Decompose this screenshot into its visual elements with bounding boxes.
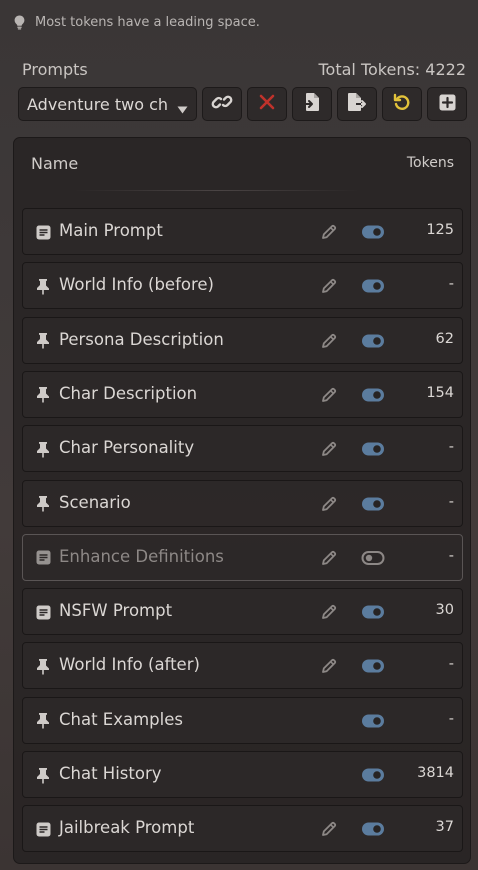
prompt-row[interactable]: Enhance Definitions - bbox=[22, 533, 463, 581]
toggle-on-icon[interactable] bbox=[360, 387, 385, 403]
toggle-on-icon[interactable] bbox=[360, 441, 385, 457]
pin-icon bbox=[35, 278, 51, 295]
reset-button[interactable] bbox=[382, 87, 422, 121]
prompts-title: Prompts bbox=[22, 59, 88, 79]
toggle-on-icon[interactable] bbox=[360, 658, 385, 674]
pin-icon bbox=[35, 387, 51, 403]
prompt-token-count: 154 bbox=[426, 384, 454, 401]
prompt-row[interactable]: Char Description 154 bbox=[22, 370, 463, 418]
pencil-icon[interactable] bbox=[320, 223, 338, 241]
preset-select-value: Adventure two chars bbox=[27, 94, 169, 114]
hint-text: Most tokens have a leading space. bbox=[35, 14, 260, 30]
pin-icon bbox=[35, 713, 51, 729]
toggle-off-icon[interactable] bbox=[360, 550, 385, 566]
toggle-on-icon[interactable] bbox=[360, 821, 385, 837]
prompt-row[interactable]: Chat Examples - bbox=[22, 696, 463, 744]
prompt-token-count: - bbox=[448, 439, 454, 456]
pencil-icon[interactable] bbox=[320, 820, 338, 838]
prompt-row[interactable]: Scenario - bbox=[22, 479, 463, 527]
hint-bar: Most tokens have a leading space. bbox=[12, 12, 260, 32]
pin-icon bbox=[35, 767, 51, 783]
prompt-token-count: - bbox=[448, 547, 454, 564]
pencil-icon[interactable] bbox=[320, 549, 338, 567]
prompt-token-count: 125 bbox=[426, 222, 454, 238]
toggle-on-icon[interactable] bbox=[360, 496, 385, 512]
text-doc-icon bbox=[35, 224, 51, 240]
lightbulb-icon bbox=[12, 13, 26, 31]
prompt-name[interactable]: Char Description bbox=[59, 384, 197, 403]
toggle-on-icon[interactable] bbox=[360, 278, 385, 294]
reset-undo-icon bbox=[393, 93, 411, 115]
list-header: Name Tokens bbox=[31, 152, 454, 174]
pencil-icon[interactable] bbox=[320, 386, 338, 404]
export-file-icon bbox=[347, 92, 367, 116]
prompt-row[interactable]: NSFW Prompt 30 bbox=[22, 588, 463, 636]
prompt-row[interactable]: World Info (after) - bbox=[22, 642, 463, 690]
prompt-token-count: 30 bbox=[435, 602, 454, 619]
prompt-token-count: 3814 bbox=[417, 765, 454, 781]
toggle-on-icon[interactable] bbox=[360, 767, 385, 783]
pencil-icon[interactable] bbox=[320, 657, 338, 675]
import-file-icon bbox=[303, 92, 321, 116]
total-tokens: Total Tokens: 4222 bbox=[318, 59, 466, 79]
export-button[interactable] bbox=[337, 87, 377, 121]
text-doc-icon bbox=[35, 604, 51, 620]
tokens-column-header: Tokens bbox=[406, 155, 454, 171]
header-divider bbox=[74, 190, 360, 191]
prompt-list-panel: Name Tokens Main Prompt 125 World Info (be… bbox=[13, 137, 471, 864]
prompt-name[interactable]: Chat Examples bbox=[59, 710, 183, 729]
prompt-name[interactable]: Jailbreak Prompt bbox=[59, 818, 194, 837]
prompt-token-count: - bbox=[448, 276, 454, 293]
text-doc-icon bbox=[35, 821, 51, 837]
add-prompt-button[interactable] bbox=[427, 87, 467, 121]
prompt-row[interactable]: Char Personality - bbox=[22, 425, 463, 473]
prompt-name[interactable]: World Info (before) bbox=[59, 275, 214, 294]
prompt-row[interactable]: Chat History 3814 bbox=[22, 751, 463, 798]
pencil-icon[interactable] bbox=[320, 277, 338, 295]
pencil-icon[interactable] bbox=[320, 440, 338, 458]
text-doc-icon bbox=[35, 550, 51, 566]
prompt-name[interactable]: World Info (after) bbox=[59, 655, 200, 674]
prompt-toolbar: Adventure two chars bbox=[18, 87, 467, 121]
pin-icon bbox=[35, 333, 51, 349]
toggle-on-icon[interactable] bbox=[360, 224, 385, 240]
prompt-token-count: - bbox=[448, 493, 454, 510]
link-icon bbox=[211, 93, 233, 115]
caret-down-icon bbox=[177, 99, 188, 118]
prompt-token-count: - bbox=[448, 656, 454, 673]
link-button[interactable] bbox=[202, 87, 242, 121]
name-column-header: Name bbox=[31, 153, 79, 173]
pencil-icon[interactable] bbox=[320, 495, 338, 513]
prompt-token-count: - bbox=[448, 710, 454, 727]
pencil-icon[interactable] bbox=[320, 603, 338, 621]
prompt-row[interactable]: Persona Description 62 bbox=[22, 316, 463, 364]
preset-select[interactable]: Adventure two chars bbox=[18, 87, 197, 121]
prompt-name[interactable]: Chat History bbox=[59, 764, 162, 783]
prompt-name[interactable]: Char Personality bbox=[59, 438, 194, 457]
pin-icon bbox=[35, 496, 51, 512]
toggle-on-icon[interactable] bbox=[360, 604, 385, 620]
prompt-token-count: 62 bbox=[435, 330, 454, 347]
pencil-icon[interactable] bbox=[320, 332, 338, 350]
prompt-name[interactable]: Main Prompt bbox=[59, 221, 163, 240]
add-square-icon bbox=[439, 94, 456, 115]
prompt-token-count: 37 bbox=[435, 819, 454, 836]
pin-icon bbox=[35, 658, 51, 675]
toggle-on-icon[interactable] bbox=[360, 713, 385, 729]
prompt-row[interactable]: Jailbreak Prompt 37 bbox=[22, 805, 463, 853]
prompt-row[interactable]: World Info (before) - bbox=[22, 262, 463, 310]
pin-icon bbox=[35, 441, 51, 458]
toggle-on-icon[interactable] bbox=[360, 333, 385, 349]
delete-x-icon bbox=[259, 94, 275, 114]
prompt-name[interactable]: Scenario bbox=[59, 493, 131, 512]
prompt-name[interactable]: Persona Description bbox=[59, 330, 224, 349]
delete-preset-button[interactable] bbox=[247, 87, 287, 121]
prompt-name[interactable]: Enhance Definitions bbox=[59, 547, 224, 566]
prompt-name[interactable]: NSFW Prompt bbox=[59, 601, 172, 620]
prompts-header: Prompts Total Tokens: 4222 bbox=[22, 58, 466, 80]
import-button[interactable] bbox=[292, 87, 332, 121]
prompt-row[interactable]: Main Prompt 125 bbox=[22, 208, 463, 255]
